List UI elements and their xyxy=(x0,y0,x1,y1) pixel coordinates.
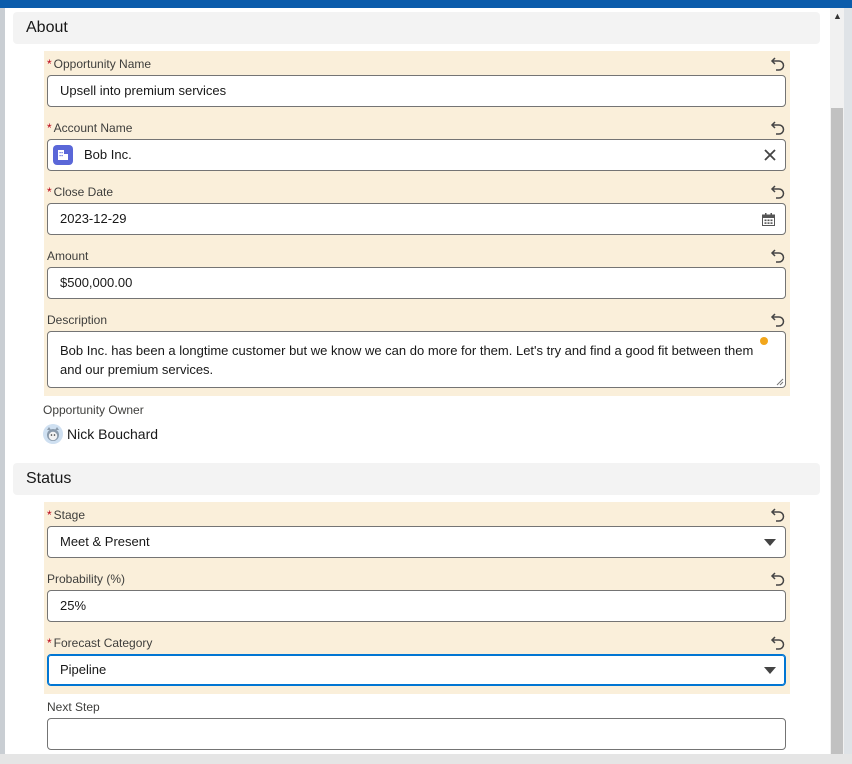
label-amount: Amount xyxy=(47,249,89,263)
label-description: Description xyxy=(47,313,108,327)
label-account-name: Account Name xyxy=(53,121,133,135)
field-opportunity-name: * Opportunity Name Upsell into premium se… xyxy=(44,51,790,115)
avatar xyxy=(43,424,63,444)
forecast-category-value: Pipeline xyxy=(60,662,107,677)
resize-handle[interactable] xyxy=(774,376,784,386)
forecast-category-select[interactable]: Pipeline xyxy=(47,654,786,686)
required-marker: * xyxy=(47,508,52,522)
description-textarea[interactable]: Bob Inc. has been a longtime customer bu… xyxy=(47,331,786,388)
chevron-down-icon xyxy=(764,667,776,674)
label-stage: Stage xyxy=(53,508,86,522)
unsaved-indicator xyxy=(760,337,768,345)
label-probability: Probability (%) xyxy=(47,572,126,586)
required-marker: * xyxy=(47,185,52,199)
undo-icon[interactable] xyxy=(770,570,786,586)
undo-icon[interactable] xyxy=(770,119,786,135)
field-stage: * Stage Meet & Present xyxy=(44,502,790,566)
field-account-name: * Account Name Bob Inc. xyxy=(44,115,790,179)
about-edited-fields: * Opportunity Name Upsell into premium se… xyxy=(44,51,790,396)
close-icon[interactable] xyxy=(763,148,777,162)
field-probability: Probability (%) 25% xyxy=(44,566,790,630)
undo-icon[interactable] xyxy=(770,183,786,199)
stage-value: Meet & Present xyxy=(60,534,150,549)
required-marker: * xyxy=(47,121,52,135)
scroll-up-arrow[interactable]: ▲ xyxy=(833,12,842,21)
amount-input[interactable]: $500,000.00 xyxy=(47,267,786,299)
probability-input[interactable]: 25% xyxy=(47,590,786,622)
edit-opportunity-modal: About * Opportunity Name Upsell into prem… xyxy=(5,8,830,764)
section-title-about: About xyxy=(26,19,68,36)
required-marker: * xyxy=(47,57,52,71)
app-header-bar xyxy=(0,0,852,8)
opportunity-name-input[interactable]: Upsell into premium services xyxy=(47,75,786,107)
label-opportunity-owner: Opportunity Owner xyxy=(43,403,144,417)
field-forecast-category: * Forecast Category Pipeline xyxy=(44,630,790,694)
field-close-date: * Close Date 2023-12-29 xyxy=(44,179,790,243)
owner-name: Nick Bouchard xyxy=(67,426,159,442)
undo-icon[interactable] xyxy=(770,311,786,327)
field-amount: Amount $500,000.00 xyxy=(44,243,790,307)
label-next-step: Next Step xyxy=(47,700,100,714)
label-forecast-category: Forecast Category xyxy=(53,636,153,650)
stage-select[interactable]: Meet & Present xyxy=(47,526,786,558)
status-edited-fields: * Stage Meet & Present Probability (%) 25… xyxy=(44,502,790,694)
label-close-date: Close Date xyxy=(53,185,114,199)
close-date-input[interactable]: 2023-12-29 xyxy=(47,203,786,235)
description-value: Bob Inc. has been a longtime customer bu… xyxy=(60,343,754,377)
close-date-value: 2023-12-29 xyxy=(60,211,127,226)
calendar-icon[interactable] xyxy=(762,213,775,226)
modal-footer-edge xyxy=(0,754,852,764)
modal-scrollbar[interactable]: ▲ xyxy=(830,8,844,764)
account-name-value: Bob Inc. xyxy=(84,147,132,162)
field-next-step: Next Step xyxy=(44,694,790,758)
scroll-thumb[interactable] xyxy=(831,108,843,764)
chevron-down-icon xyxy=(764,539,776,546)
section-header-about[interactable]: About xyxy=(13,12,820,44)
undo-icon[interactable] xyxy=(770,506,786,522)
field-description: Description Bob Inc. has been a longtime… xyxy=(44,307,790,397)
undo-icon[interactable] xyxy=(770,55,786,71)
account-icon xyxy=(53,145,73,165)
required-marker: * xyxy=(47,636,52,650)
undo-icon[interactable] xyxy=(770,634,786,650)
section-title-status: Status xyxy=(26,470,72,487)
undo-icon[interactable] xyxy=(770,247,786,263)
section-header-status[interactable]: Status xyxy=(13,463,820,495)
label-opportunity-name: Opportunity Name xyxy=(53,57,152,71)
account-name-lookup[interactable]: Bob Inc. xyxy=(47,139,786,171)
next-step-input[interactable] xyxy=(47,718,786,750)
